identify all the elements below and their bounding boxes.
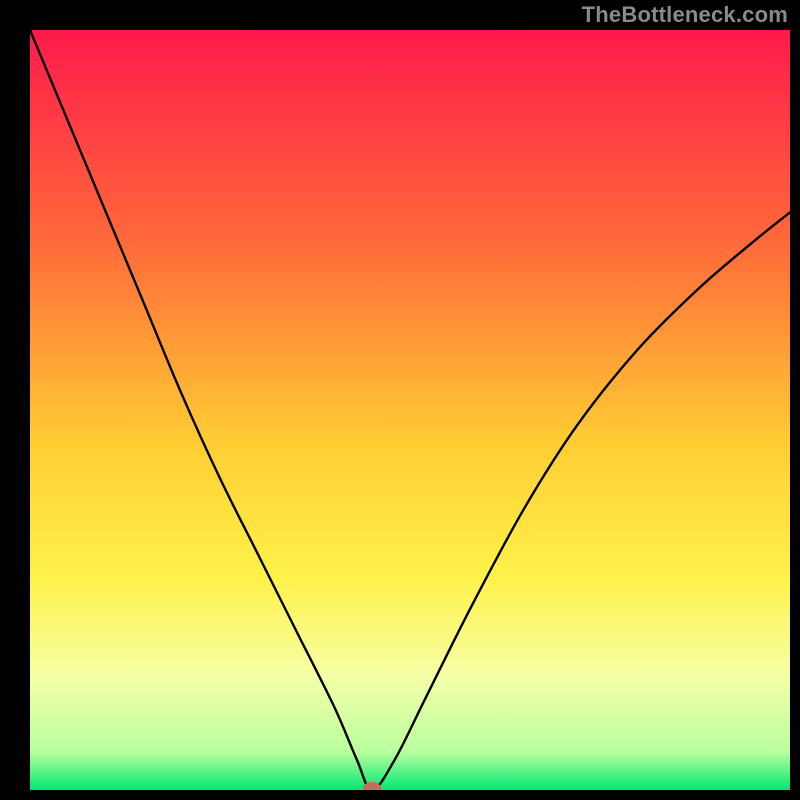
chart-frame: TheBottleneck.com (0, 0, 800, 800)
gradient-background (30, 30, 790, 790)
watermark-text: TheBottleneck.com (582, 2, 788, 28)
plot-area (30, 30, 790, 790)
chart-svg (30, 30, 790, 790)
